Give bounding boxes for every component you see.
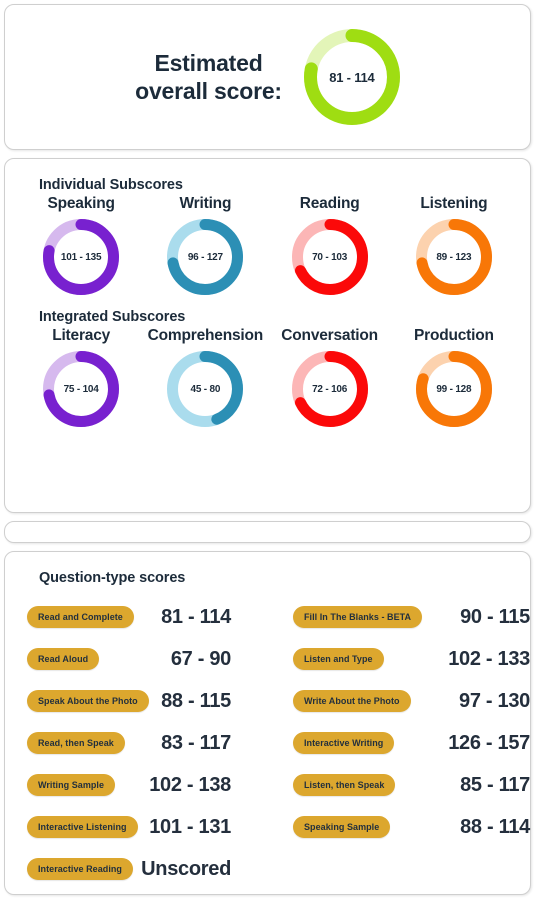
donut-score-label: 81 - 114: [329, 69, 375, 85]
question-type-row: Interactive Reading Unscored: [15, 848, 285, 890]
question-type-badge[interactable]: Read and Complete: [27, 606, 134, 628]
subscore-label: Speaking: [47, 195, 115, 212]
subscore-donut: 72 - 106: [291, 351, 368, 427]
subscore-label: Reading: [299, 195, 360, 212]
question-type-score: 88 - 114: [460, 815, 530, 838]
donut-score-label: 89 - 123: [436, 251, 472, 263]
overall-title-line-2: overall score:: [135, 78, 282, 104]
question-type-scores-card: Question-type scores Read and Complete 81…: [4, 551, 531, 895]
integrated-subscores-row: Literacy 75 - 104 Comprehension 45 - 80 Conv…: [19, 327, 516, 427]
donut-score-label: 96 - 127: [187, 251, 223, 263]
overall-score-title: Estimated overall score:: [135, 49, 282, 105]
question-type-badge[interactable]: Read, then Speak: [27, 732, 125, 754]
donut-score-label: 70 - 103: [312, 251, 348, 263]
question-type-right-column: Fill In The Blanks - BETA 90 - 115 Listen …: [285, 596, 537, 890]
question-type-badge[interactable]: Interactive Listening: [27, 816, 138, 838]
question-type-badge[interactable]: Interactive Reading: [27, 858, 133, 880]
question-type-left-column: Read and Complete 81 - 114 Read Aloud 67 - …: [15, 596, 285, 890]
question-type-badge[interactable]: Write About the Photo: [293, 690, 411, 712]
subscore-label: Literacy: [52, 327, 111, 344]
donut-score-label: 72 - 106: [312, 383, 348, 395]
question-type-row: Writing Sample 102 - 138: [15, 764, 285, 806]
question-type-score: 85 - 117: [460, 773, 530, 796]
question-type-score: 97 - 130: [459, 689, 530, 712]
question-type-row: Speak About the Photo 88 - 115: [15, 680, 285, 722]
donut-score-label: 45 - 80: [190, 383, 221, 395]
question-type-score: 83 - 117: [161, 731, 231, 754]
overall-score-card: Estimated overall score: 81 - 114: [4, 4, 531, 150]
question-type-score: 81 - 114: [161, 605, 231, 628]
individual-subscores-row: Speaking 101 - 135 Writing 96 - 127 Reading 7…: [19, 195, 516, 295]
individual-subscore-item-listening: Listening 89 - 123: [393, 195, 515, 295]
question-type-row: Listen and Type 102 - 133: [285, 638, 537, 680]
integrated-subscores-title: Integrated Subscores: [39, 309, 186, 325]
question-type-score: 126 - 157: [448, 731, 530, 754]
question-type-row: Speaking Sample 88 - 114: [285, 806, 537, 848]
individual-subscore-item-writing: Writing 96 - 127: [144, 195, 266, 295]
question-type-badge[interactable]: Listen, then Speak: [293, 774, 396, 796]
question-type-row: Fill In The Blanks - BETA 90 - 115: [285, 596, 537, 638]
question-type-badge[interactable]: Speak About the Photo: [27, 690, 149, 712]
question-type-badge[interactable]: Writing Sample: [27, 774, 116, 796]
question-type-score: 90 - 115: [460, 605, 530, 628]
question-type-grid: Read and Complete 81 - 114 Read Aloud 67 - …: [15, 596, 530, 890]
subscore-donut: 70 - 103: [291, 219, 368, 295]
subscore-donut: 89 - 123: [415, 219, 492, 295]
subscores-card: Individual Subscores Speaking 101 - 135 Wr…: [4, 158, 531, 513]
question-type-row: Read and Complete 81 - 114: [15, 596, 285, 638]
question-type-score: 102 - 138: [149, 773, 231, 796]
integrated-subscore-item-production: Production 99 - 128: [393, 327, 515, 427]
question-type-score: 102 - 133: [448, 647, 530, 670]
subscore-label: Conversation: [281, 327, 378, 344]
donut-score-label: 101 - 135: [60, 251, 102, 263]
subscore-donut: 101 - 135: [43, 219, 120, 295]
individual-subscore-item-speaking: Speaking 101 - 135: [20, 195, 142, 295]
donut-score-label: 75 - 104: [63, 383, 99, 395]
question-type-badge[interactable]: Read Aloud: [27, 648, 100, 670]
question-type-scores-title: Question-type scores: [39, 570, 186, 586]
question-type-badge[interactable]: Interactive Writing: [293, 732, 395, 754]
subscore-label: Listening: [420, 195, 488, 212]
overall-score-donut: 81 - 114: [303, 29, 400, 125]
question-type-badge[interactable]: Listen and Type: [293, 648, 384, 670]
integrated-subscore-item-comprehension: Comprehension 45 - 80: [144, 327, 266, 427]
integrated-subscore-item-conversation: Conversation 72 - 106: [269, 327, 391, 427]
subscore-label: Production: [413, 327, 494, 344]
question-type-row: Write About the Photo 97 - 130: [285, 680, 537, 722]
question-type-score: 88 - 115: [161, 689, 231, 712]
question-type-badge[interactable]: Speaking Sample: [293, 816, 391, 838]
subscore-donut: 96 - 127: [167, 219, 244, 295]
subscore-donut: 45 - 80: [167, 351, 244, 427]
subscore-donut: 75 - 104: [43, 351, 120, 427]
subscore-label: Writing: [179, 195, 232, 212]
subscore-label: Comprehension: [147, 327, 264, 344]
question-type-score: 67 - 90: [170, 647, 231, 670]
integrated-subscore-item-literacy: Literacy 75 - 104: [20, 327, 142, 427]
question-type-score: 101 - 131: [149, 815, 231, 838]
donut-score-label: 99 - 128: [436, 383, 472, 395]
score-report-page: Estimated overall score: 81 - 114 Indivi…: [0, 0, 537, 899]
question-type-row: Listen, then Speak 85 - 117: [285, 764, 537, 806]
question-type-row: Read Aloud 67 - 90: [15, 638, 285, 680]
overall-title-line-1: Estimated: [154, 49, 263, 76]
section-spacer-card: [4, 521, 531, 543]
subscore-donut: 99 - 128: [415, 351, 492, 427]
question-type-row: Interactive Listening 101 - 131: [15, 806, 285, 848]
question-type-score: Unscored: [141, 857, 231, 880]
individual-subscores-title: Individual Subscores: [39, 177, 183, 193]
question-type-row: Interactive Writing 126 - 157: [285, 722, 537, 764]
question-type-row: Read, then Speak 83 - 117: [15, 722, 285, 764]
question-type-badge[interactable]: Fill In The Blanks - BETA: [293, 606, 423, 628]
individual-subscore-item-reading: Reading 70 - 103: [269, 195, 391, 295]
